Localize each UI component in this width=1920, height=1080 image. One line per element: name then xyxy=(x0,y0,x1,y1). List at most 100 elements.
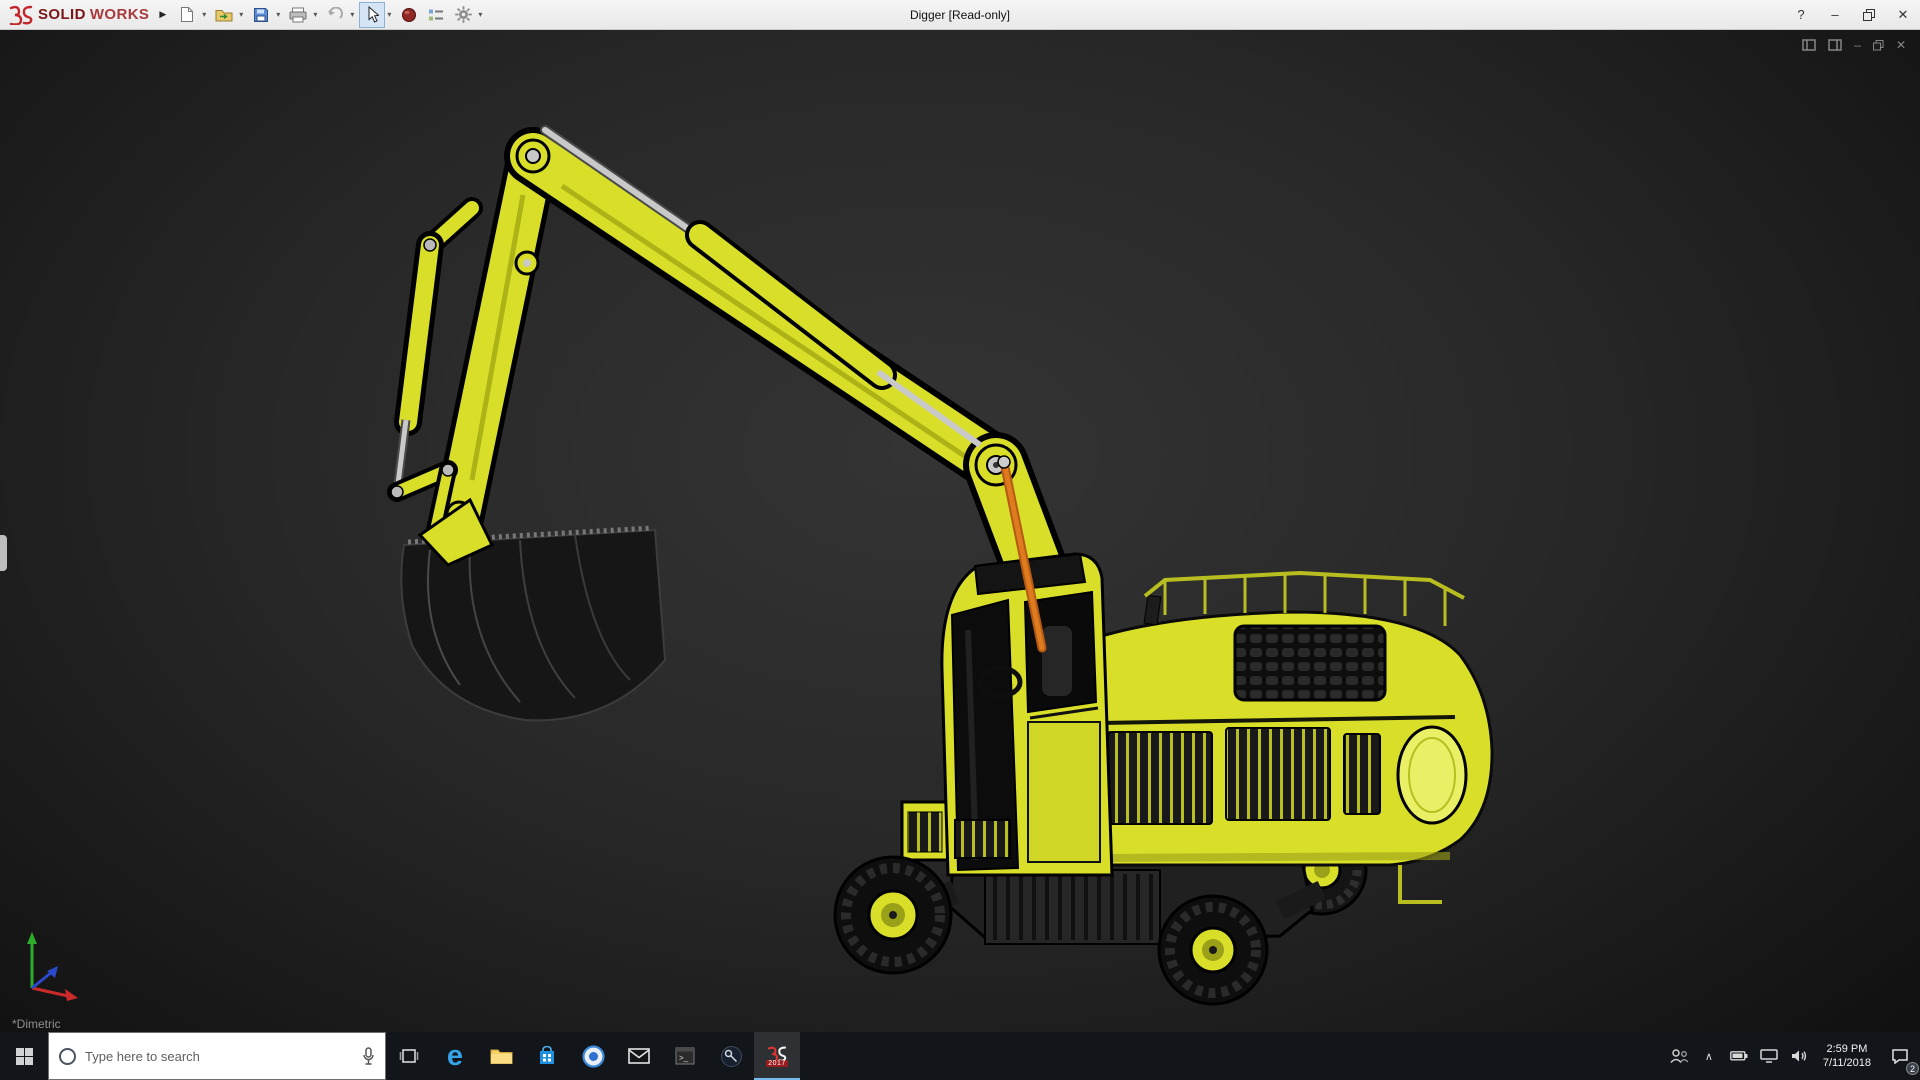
solidworks-app-icon: 2017 xyxy=(766,1046,788,1067)
volume-icon xyxy=(1791,1050,1806,1062)
new-document-button[interactable] xyxy=(174,2,200,28)
side-vent xyxy=(1343,733,1381,815)
open-folder-icon xyxy=(215,10,233,22)
pane-right-icon[interactable] xyxy=(1828,39,1842,51)
logo-text-works: WORKS xyxy=(89,6,150,23)
browser-button[interactable] xyxy=(570,1032,616,1080)
volume-button[interactable] xyxy=(1784,1032,1814,1080)
app-circle-button[interactable] xyxy=(708,1032,754,1080)
cortana-icon xyxy=(59,1047,76,1065)
view-orientation-label: *Dimetric xyxy=(12,1017,61,1031)
minimize-button[interactable]: – xyxy=(1818,0,1852,29)
select-arrow-icon xyxy=(368,6,379,23)
start-button[interactable] xyxy=(0,1032,48,1080)
caret-icon[interactable]: ▾ xyxy=(276,10,280,19)
appearance-button[interactable] xyxy=(396,2,422,28)
caret-icon[interactable]: ▾ xyxy=(478,10,482,19)
windows-logo-icon xyxy=(15,1047,33,1065)
quick-access-toolbar: ▾ ▾ ▾ ▾ ▾ ▾ ▾ xyxy=(174,1,486,28)
battery-button[interactable] xyxy=(1724,1032,1754,1080)
logo-text-solid: SOLID xyxy=(38,6,86,23)
restore-icon xyxy=(1863,8,1875,21)
taskbar-search[interactable] xyxy=(48,1032,386,1080)
options-button[interactable] xyxy=(450,2,476,28)
taskbar-clock[interactable]: 2:59 PM 7/11/2018 xyxy=(1814,1032,1880,1080)
ds-logo-icon xyxy=(9,5,33,25)
notification-badge: 2 xyxy=(1906,1062,1919,1075)
caret-icon[interactable]: ▾ xyxy=(313,10,317,19)
people-button[interactable] xyxy=(1664,1032,1694,1080)
people-icon xyxy=(1670,1049,1689,1064)
windows-taskbar: e >_ xyxy=(0,1032,1920,1080)
seat xyxy=(1042,626,1072,696)
solidworks-taskbar-button[interactable]: 2017 xyxy=(754,1032,800,1080)
print-icon xyxy=(289,7,307,22)
excavator-cab[interactable] xyxy=(940,552,1114,877)
browser-circle-icon xyxy=(581,1044,605,1068)
mail-button[interactable] xyxy=(616,1032,662,1080)
search-input[interactable] xyxy=(85,1048,353,1064)
action-center-button[interactable]: 2 xyxy=(1880,1032,1920,1080)
window-title: Digger [Read-only] xyxy=(909,7,1011,22)
orientation-triad xyxy=(27,932,78,1001)
side-vent xyxy=(1225,727,1331,821)
pane-left-icon[interactable] xyxy=(1802,39,1816,51)
edge-button[interactable]: e xyxy=(432,1032,478,1080)
undo-button[interactable] xyxy=(322,2,348,28)
help-button[interactable]: ? xyxy=(1784,0,1818,29)
svg-text:>_: >_ xyxy=(679,1054,689,1063)
side-vent xyxy=(1107,731,1213,825)
file-explorer-button[interactable] xyxy=(478,1032,524,1080)
clock-time: 2:59 PM xyxy=(1826,1043,1868,1055)
caret-icon[interactable]: ▾ xyxy=(387,10,391,19)
excavator-model[interactable] xyxy=(0,30,1920,1032)
caret-icon[interactable]: ▾ xyxy=(239,10,243,19)
microphone-icon[interactable] xyxy=(362,1047,375,1065)
appearance-sphere-icon xyxy=(402,7,417,22)
display-settings-button[interactable] xyxy=(423,2,449,28)
tray-expand-button[interactable]: ∧ xyxy=(1694,1032,1724,1080)
excavator-bucket[interactable] xyxy=(400,497,667,722)
menu-flyout-arrow-icon[interactable]: ▶ xyxy=(159,9,166,20)
save-icon xyxy=(254,7,269,22)
task-view-icon xyxy=(399,1049,419,1063)
graphics-viewport[interactable]: – ✕ *Dimetric xyxy=(0,30,1920,1032)
mail-envelope-icon xyxy=(628,1048,650,1064)
system-tray: ∧ 2:59 PM 7/11/2018 2 xyxy=(1664,1032,1920,1080)
document-window-controls: – ✕ xyxy=(1802,38,1906,52)
app-circle-icon xyxy=(720,1045,742,1067)
wheel-front-center[interactable] xyxy=(1157,894,1269,1006)
restore-button[interactable] xyxy=(1852,0,1886,29)
store-button[interactable] xyxy=(524,1032,570,1080)
folder-icon xyxy=(490,1049,512,1064)
clock-date: 7/11/2018 xyxy=(1822,1057,1871,1069)
save-button[interactable] xyxy=(248,2,274,28)
cab-door xyxy=(1027,721,1101,863)
task-view-button[interactable] xyxy=(386,1032,432,1080)
print-button[interactable] xyxy=(285,2,311,28)
doc-minimize-button[interactable]: – xyxy=(1854,38,1861,52)
engine-grill xyxy=(1233,624,1387,702)
notification-icon xyxy=(1892,1049,1908,1064)
wheel-front-left[interactable] xyxy=(833,855,953,975)
app-titlebar: SOLID WORKS ▶ ▾ ▾ ▾ ▾ ▾ ▾ ▾ Digger [Read… xyxy=(0,0,1920,30)
doc-restore-button[interactable] xyxy=(1872,39,1884,51)
left-panel-tab[interactable] xyxy=(0,535,7,571)
command-prompt-button[interactable]: >_ xyxy=(662,1032,708,1080)
caret-icon[interactable]: ▾ xyxy=(202,10,206,19)
doc-close-button[interactable]: ✕ xyxy=(1896,38,1906,52)
gear-icon xyxy=(455,6,472,23)
solidworks-logo: SOLID WORKS xyxy=(0,5,155,25)
undo-icon xyxy=(328,7,344,19)
close-button[interactable]: ✕ xyxy=(1886,0,1920,29)
solidworks-year-badge: 2017 xyxy=(766,1059,788,1067)
window-controls: ? – ✕ xyxy=(1784,0,1920,29)
caret-icon[interactable]: ▾ xyxy=(350,10,354,19)
network-button[interactable] xyxy=(1754,1032,1784,1080)
open-button[interactable] xyxy=(211,2,237,28)
new-document-icon xyxy=(180,7,193,22)
network-icon xyxy=(1760,1049,1778,1063)
command-prompt-icon: >_ xyxy=(675,1047,695,1065)
edge-icon: e xyxy=(446,1039,464,1072)
select-tool-button[interactable] xyxy=(359,1,386,28)
